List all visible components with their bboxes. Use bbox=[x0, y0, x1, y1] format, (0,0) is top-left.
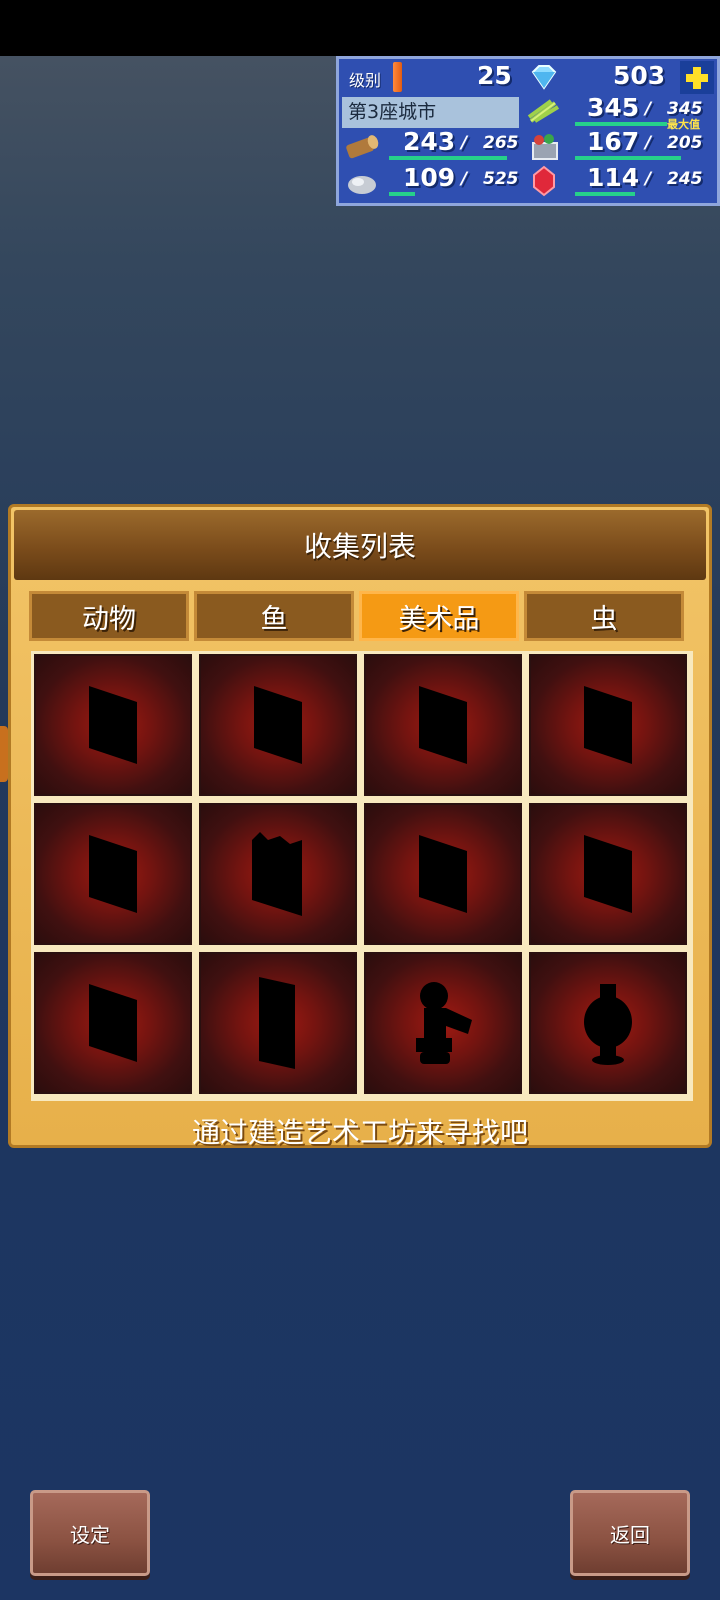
painting-silhouette-icon bbox=[419, 686, 467, 764]
tab-insects[interactable]: 虫 bbox=[524, 591, 684, 641]
tall-painting-silhouette-icon bbox=[259, 977, 295, 1069]
level-flag-icon bbox=[393, 62, 402, 92]
tab-fish[interactable]: 鱼 bbox=[194, 591, 354, 641]
locked-painting-slot[interactable] bbox=[529, 803, 687, 945]
meat-max: 205 bbox=[667, 133, 703, 153]
side-menu-tab[interactable] bbox=[0, 726, 8, 782]
ruby-icon bbox=[525, 165, 563, 197]
plus-icon bbox=[686, 66, 708, 89]
food-separator: / bbox=[645, 99, 652, 119]
painting-silhouette-icon bbox=[254, 686, 302, 764]
ornate-frame-silhouette-icon bbox=[252, 832, 302, 916]
level-label: 级别 bbox=[349, 71, 382, 90]
stone-bar bbox=[389, 192, 415, 196]
collection-grid bbox=[31, 651, 693, 1101]
gems-value: 503 bbox=[613, 61, 666, 90]
collection-hint: 通过建造艺术工坊来寻找吧 bbox=[191, 1116, 528, 1149]
ruby-max: 245 bbox=[667, 169, 703, 189]
settings-button[interactable]: 设定 bbox=[30, 1490, 150, 1576]
status-bar bbox=[0, 0, 720, 56]
painting-silhouette-icon bbox=[89, 686, 137, 764]
painting-silhouette-icon bbox=[89, 984, 137, 1062]
food-bar bbox=[575, 122, 667, 126]
locked-painting-slot[interactable] bbox=[529, 654, 687, 796]
food-value: 345 bbox=[587, 93, 640, 122]
wood-max: 265 bbox=[483, 133, 519, 153]
meat-bar bbox=[575, 156, 681, 160]
locked-statue-slot[interactable] bbox=[364, 952, 522, 1094]
painting-silhouette-icon bbox=[584, 686, 632, 764]
meat-basket-icon bbox=[525, 131, 563, 161]
locked-painting-slot[interactable] bbox=[364, 803, 522, 945]
wood-bar bbox=[389, 156, 507, 160]
diamond-icon bbox=[525, 62, 563, 92]
stone-value: 109 bbox=[403, 163, 456, 192]
panel-title: 收集列表 bbox=[14, 510, 706, 580]
locked-shaped-painting-slot[interactable] bbox=[199, 803, 357, 945]
stone-icon bbox=[343, 167, 381, 197]
vase-silhouette-icon bbox=[584, 984, 632, 1065]
wheat-icon bbox=[525, 97, 563, 127]
ruby-bar bbox=[575, 192, 635, 196]
locked-painting-slot[interactable] bbox=[34, 654, 192, 796]
ruby-value: 114 bbox=[587, 163, 640, 192]
meat-value: 167 bbox=[587, 127, 640, 156]
wood-log-icon bbox=[343, 131, 381, 161]
wood-value: 243 bbox=[403, 127, 456, 156]
painting-silhouette-icon bbox=[419, 835, 467, 913]
tab-artwork[interactable]: 美术品 bbox=[359, 591, 519, 641]
locked-painting-slot[interactable] bbox=[199, 654, 357, 796]
stone-separator: / bbox=[461, 169, 468, 189]
painting-silhouette-icon bbox=[584, 835, 632, 913]
add-gems-button[interactable] bbox=[680, 61, 714, 94]
locked-painting-slot[interactable] bbox=[34, 803, 192, 945]
locked-painting-slot[interactable] bbox=[34, 952, 192, 1094]
wood-separator: / bbox=[461, 133, 468, 153]
food-max-note: 最大值 bbox=[667, 118, 700, 131]
locked-tall-painting-slot[interactable] bbox=[199, 952, 357, 1094]
city-name: 第3座城市 bbox=[342, 97, 519, 128]
meat-separator: / bbox=[645, 133, 652, 153]
stone-max: 525 bbox=[483, 169, 519, 189]
statue-silhouette-icon bbox=[416, 982, 472, 1064]
painting-silhouette-icon bbox=[89, 835, 137, 913]
ruby-separator: / bbox=[645, 169, 652, 189]
tab-animals[interactable]: 动物 bbox=[29, 591, 189, 641]
back-button[interactable]: 返回 bbox=[570, 1490, 690, 1576]
level-value: 25 bbox=[477, 61, 512, 90]
collection-panel: 收集列表 动物 鱼 美术品 虫 通过建造艺术工坊来寻找吧 bbox=[8, 504, 712, 1149]
locked-vase-slot[interactable] bbox=[529, 952, 687, 1094]
locked-painting-slot[interactable] bbox=[364, 654, 522, 796]
resource-hud: 级别 25 503 第3座城市 345 / 345 最大值 243 / 265 bbox=[336, 56, 720, 206]
